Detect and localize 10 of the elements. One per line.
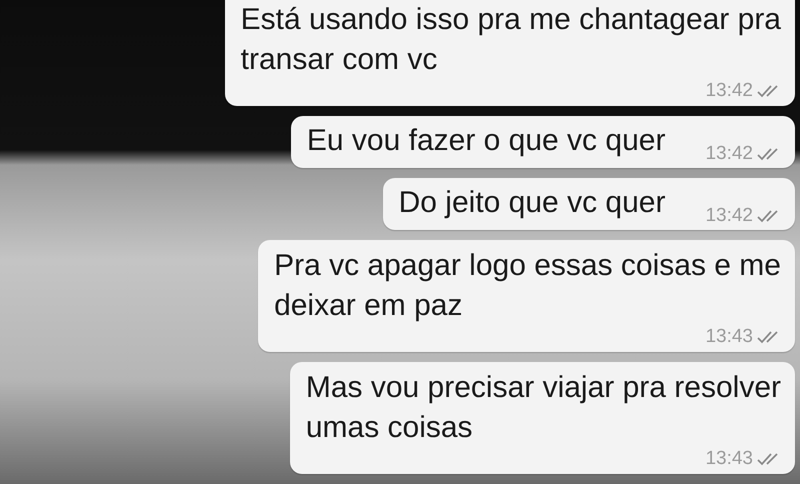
message-time: 13:42: [705, 143, 753, 165]
message-time: 13:43: [705, 326, 753, 348]
message-time: 13:42: [705, 205, 753, 227]
message-text: Pra vc apagar logo essas coisas e me deixar em paz: [274, 248, 781, 324]
message-time: 13:43: [705, 448, 753, 470]
message-text: Mas vou precisar viajar pra resolver umas coisas: [306, 370, 781, 446]
message-text: Eu vou fazer o que vc quer: [306, 123, 666, 159]
message-time: 13:42: [705, 80, 753, 102]
message-text: Está usando isso pra me chantagear pra transar com vc: [240, 2, 781, 78]
message-text: Do jeito que vc quer: [398, 185, 666, 221]
